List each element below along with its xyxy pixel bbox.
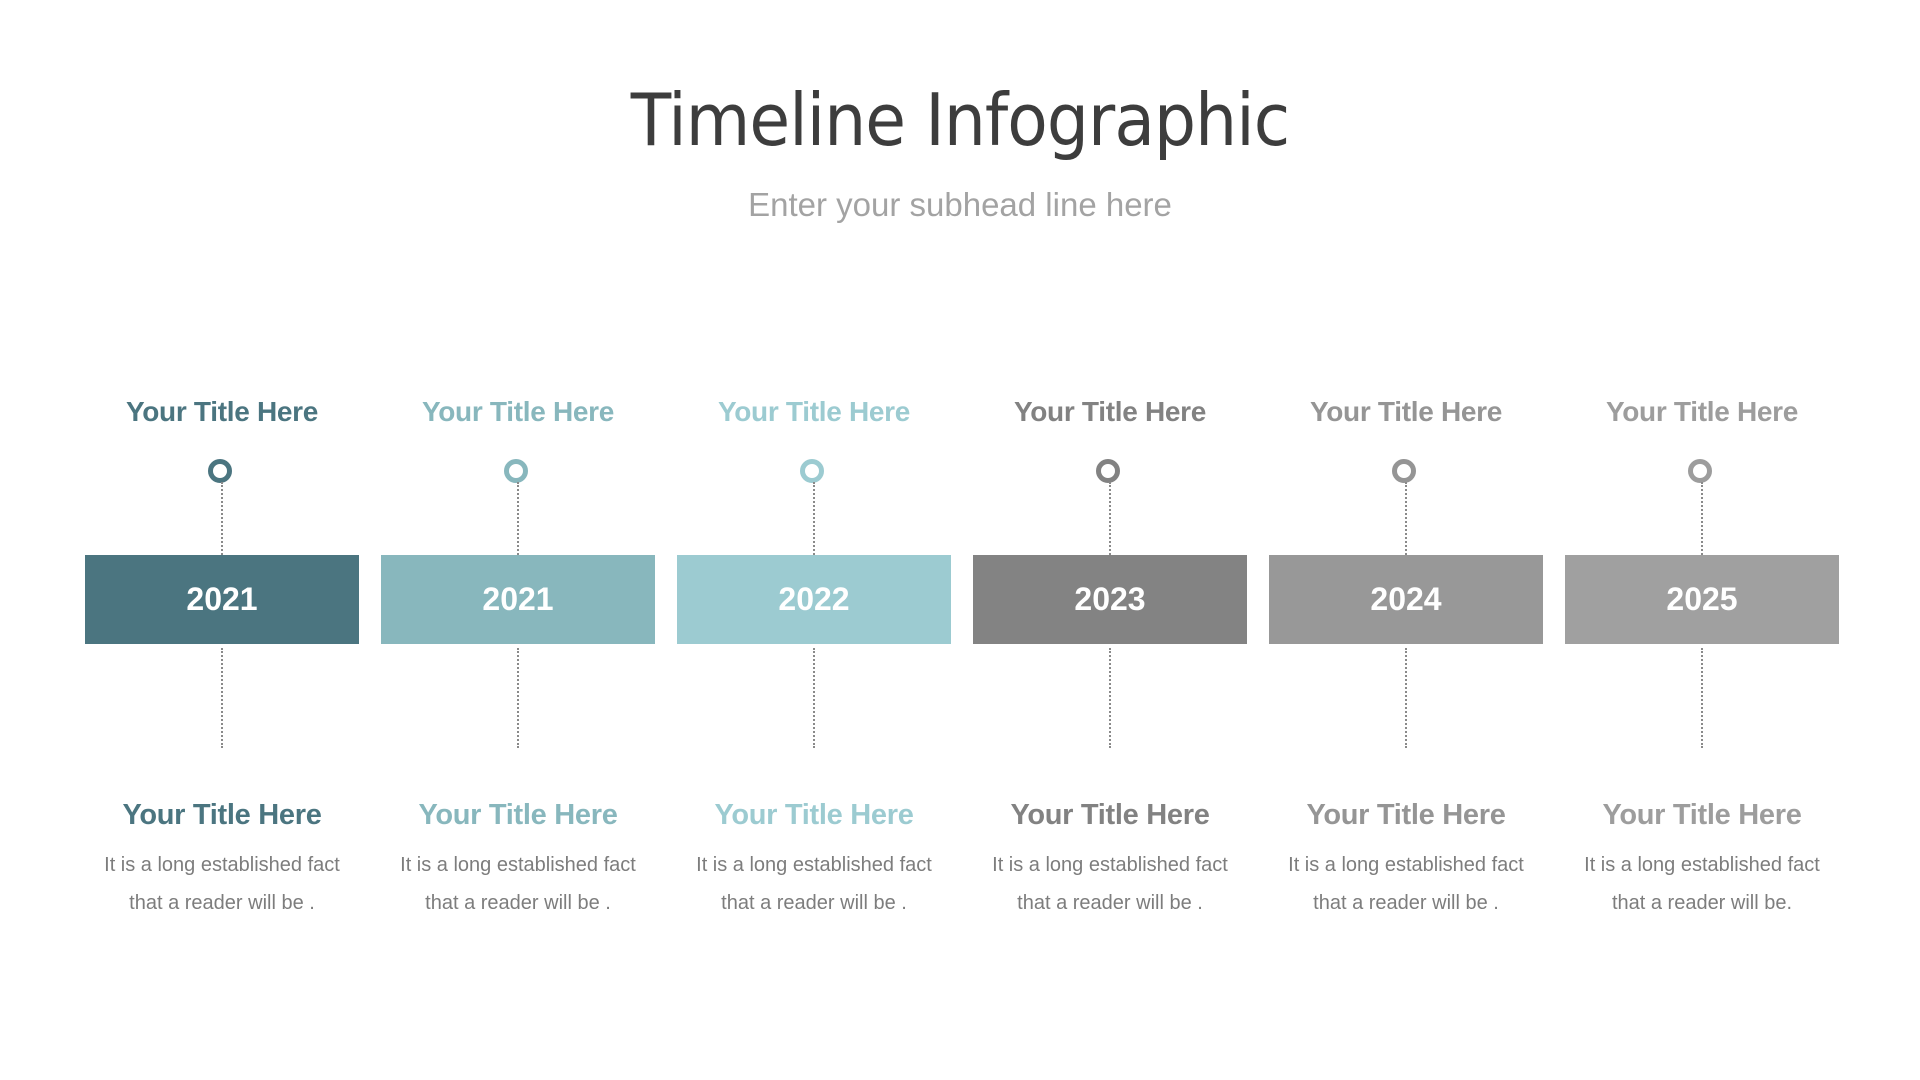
description-line: It is a long established fact [400, 854, 636, 876]
milestone-pin-icon [208, 459, 232, 483]
year-box: 2025 [1565, 555, 1839, 644]
description-line: that a reader will be . [721, 892, 907, 914]
milestone-bottom-title: Your Title Here [122, 799, 322, 831]
year-label: 2021 [186, 581, 258, 617]
description-line: It is a long established fact [992, 854, 1228, 876]
milestone-pin-icon [1392, 459, 1416, 483]
milestone-top-title: Your Title Here [1605, 396, 1799, 427]
dotted-connector-bottom [221, 648, 223, 748]
year-label: 2021 [482, 581, 554, 617]
milestone-pin-icon [1096, 459, 1120, 483]
year-box: 2021 [381, 555, 655, 644]
milestone-bottom-title: Your Title Here [1602, 799, 1802, 831]
timeline-milestone: Your Title Here 2021 Your Title Here It … [381, 0, 655, 1080]
milestone-description: It is a long established fact that a rea… [361, 846, 675, 922]
year-label: 2024 [1370, 581, 1442, 617]
year-box: 2023 [973, 555, 1247, 644]
year-label: 2023 [1074, 581, 1146, 617]
milestone-description: It is a long established fact that a rea… [1249, 846, 1563, 922]
year-box: 2021 [85, 555, 359, 644]
description-line: It is a long established fact [1288, 854, 1524, 876]
milestone-description: It is a long established fact that a rea… [953, 846, 1267, 922]
milestone-top-title: Your Title Here [125, 396, 319, 427]
dotted-connector-top [1405, 482, 1407, 555]
dotted-connector-bottom [1109, 648, 1111, 748]
dotted-connector-bottom [813, 648, 815, 748]
description-line: that a reader will be . [129, 892, 315, 914]
timeline-milestone: Your Title Here 2021 Your Title Here It … [85, 0, 359, 1080]
dotted-connector-top [1701, 482, 1703, 555]
milestone-bottom-title: Your Title Here [1010, 799, 1210, 831]
description-line: that a reader will be . [1313, 892, 1499, 914]
milestone-description: It is a long established fact that a rea… [65, 846, 379, 922]
timeline-milestone: Your Title Here 2023 Your Title Here It … [973, 0, 1247, 1080]
milestone-pin-icon [1688, 459, 1712, 483]
description-line: It is a long established fact [696, 854, 932, 876]
description-line: that a reader will be. [1611, 892, 1793, 914]
timeline-milestone: Your Title Here 2022 Your Title Here It … [677, 0, 951, 1080]
milestone-top-title: Your Title Here [717, 396, 911, 427]
dotted-connector-bottom [1701, 648, 1703, 748]
dotted-connector-top [517, 482, 519, 555]
milestone-description: It is a long established fact that a rea… [1545, 846, 1859, 922]
year-box: 2022 [677, 555, 951, 644]
dotted-connector-top [1109, 482, 1111, 555]
milestone-pin-icon [504, 459, 528, 483]
description-line: It is a long established fact [1584, 854, 1820, 876]
milestone-bottom-title: Your Title Here [418, 799, 618, 831]
milestone-pin-icon [800, 459, 824, 483]
description-line: that a reader will be . [425, 892, 611, 914]
timeline-milestone: Your Title Here 2024 Your Title Here It … [1269, 0, 1543, 1080]
milestone-top-title: Your Title Here [1309, 396, 1503, 427]
timeline-milestone: Your Title Here 2025 Your Title Here It … [1565, 0, 1839, 1080]
year-label: 2025 [1666, 581, 1738, 617]
milestone-top-title: Your Title Here [421, 396, 615, 427]
milestone-bottom-title: Your Title Here [1306, 799, 1506, 831]
dotted-connector-bottom [1405, 648, 1407, 748]
dotted-connector-bottom [517, 648, 519, 748]
year-label: 2022 [778, 581, 850, 617]
milestone-bottom-title: Your Title Here [714, 799, 914, 831]
milestone-top-title: Your Title Here [1013, 396, 1207, 427]
year-box: 2024 [1269, 555, 1543, 644]
description-line: that a reader will be . [1017, 892, 1203, 914]
dotted-connector-top [813, 482, 815, 555]
description-line: It is a long established fact [104, 854, 340, 876]
milestone-description: It is a long established fact that a rea… [657, 846, 971, 922]
dotted-connector-top [221, 482, 223, 555]
